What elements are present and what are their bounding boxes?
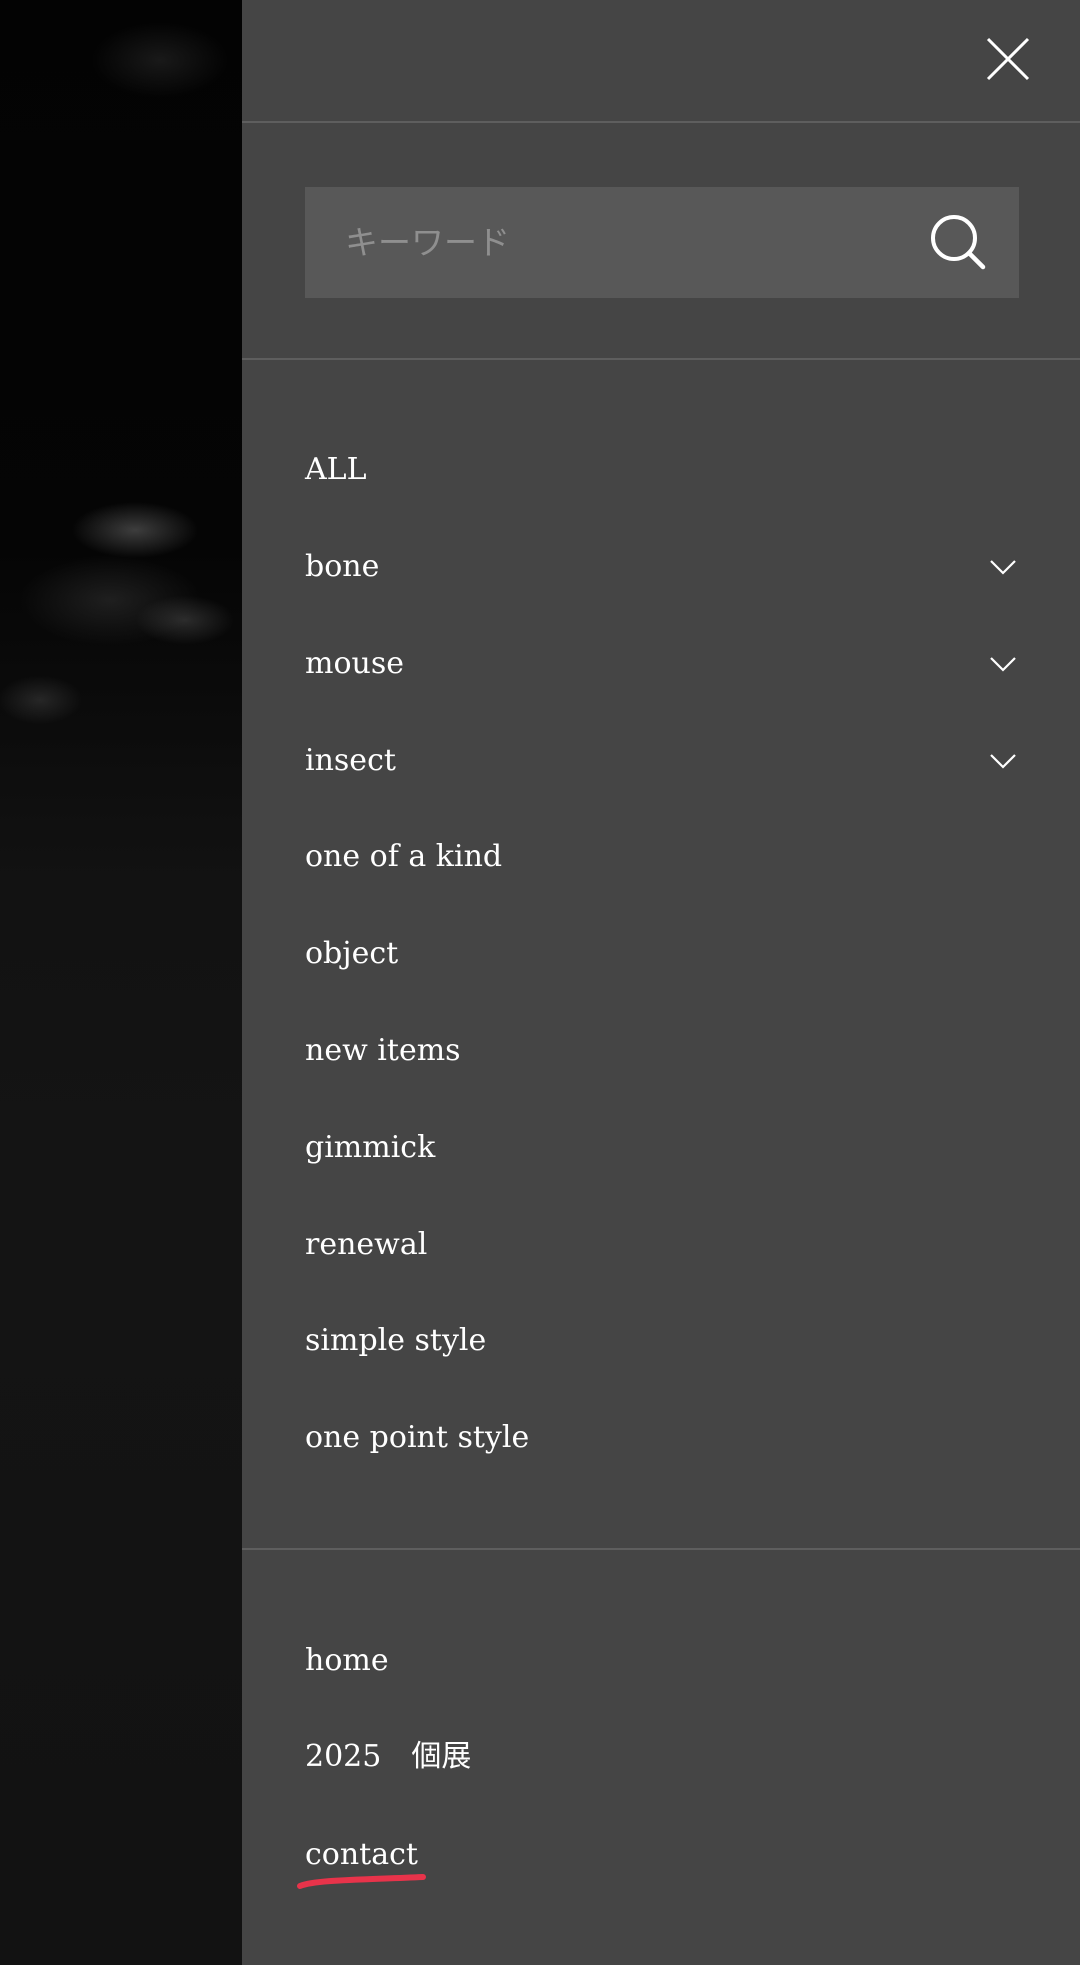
- nav-link-home[interactable]: home: [305, 1631, 1019, 1691]
- menu-item-label: mouse: [305, 646, 404, 681]
- nav-link-label: 2025 個展: [305, 1739, 472, 1774]
- search-divider: [242, 358, 1080, 360]
- search-icon[interactable]: [929, 213, 987, 271]
- menu-item-label: one point style: [305, 1420, 530, 1455]
- close-button[interactable]: [985, 36, 1031, 82]
- menu-item-simple-style[interactable]: simple style: [305, 1311, 1019, 1371]
- blurred-page-backdrop[interactable]: [0, 0, 242, 1965]
- chevron-down-icon[interactable]: [989, 655, 1017, 673]
- menu-item-renewal[interactable]: renewal: [305, 1215, 1019, 1275]
- nav-link-label: home: [305, 1643, 389, 1678]
- close-icon: [985, 36, 1031, 82]
- menu-item-label: simple style: [305, 1323, 487, 1358]
- nav-link-exhibition[interactable]: 2025 個展: [305, 1727, 1019, 1787]
- chevron-down-icon[interactable]: [989, 558, 1017, 576]
- menu-item-insect[interactable]: insect: [305, 731, 1019, 791]
- menu-item-label: one of a kind: [305, 839, 503, 874]
- header-divider: [242, 121, 1080, 123]
- search-form: [305, 187, 1019, 298]
- menu-item-all[interactable]: ALL: [305, 440, 1019, 500]
- menu-item-label: renewal: [305, 1227, 428, 1262]
- highlight-underline-mark: [295, 1870, 429, 1892]
- menu-item-gimmick[interactable]: gimmick: [305, 1118, 1019, 1178]
- menu-item-label: bone: [305, 549, 380, 584]
- menu-item-one-point-style[interactable]: one point style: [305, 1408, 1019, 1468]
- menu-item-label: insect: [305, 743, 396, 778]
- side-drawer-menu: ALL bone mouse insect one of a kind obje…: [242, 0, 1080, 1965]
- menu-item-label: object: [305, 936, 399, 971]
- search-input[interactable]: [305, 187, 905, 298]
- menu-item-label: ALL: [305, 452, 367, 487]
- menu-item-one-of-a-kind[interactable]: one of a kind: [305, 827, 1019, 887]
- menu-item-new-items[interactable]: new items: [305, 1021, 1019, 1081]
- menu-item-mouse[interactable]: mouse: [305, 634, 1019, 694]
- menu-item-bone[interactable]: bone: [305, 537, 1019, 597]
- category-divider: [242, 1548, 1080, 1550]
- chevron-down-icon[interactable]: [989, 752, 1017, 770]
- nav-link-label: contact: [305, 1837, 418, 1872]
- menu-item-label: gimmick: [305, 1130, 436, 1165]
- menu-item-label: new items: [305, 1033, 461, 1068]
- menu-item-object[interactable]: object: [305, 924, 1019, 984]
